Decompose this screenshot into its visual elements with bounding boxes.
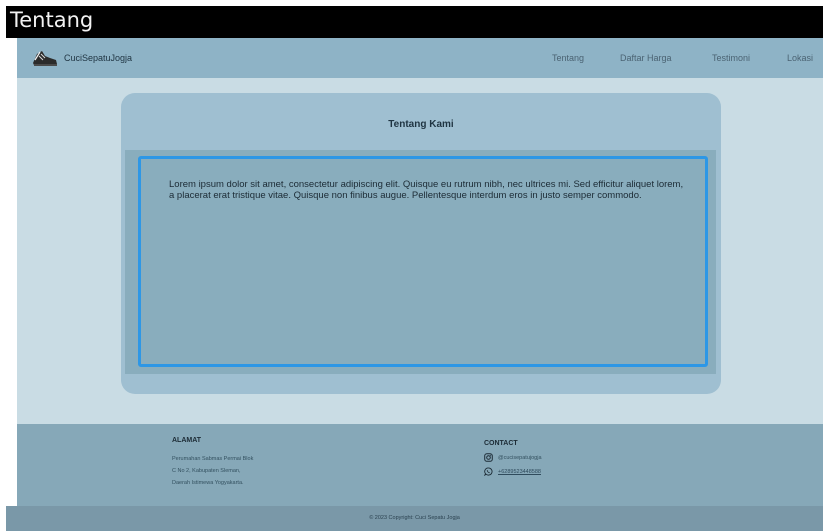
footer: ALAMAT Perumahan Sabmas Permai Blok C No… bbox=[17, 424, 823, 506]
navbar: CuciSepatuJogja Tentang Daftar Harga Tes… bbox=[17, 38, 823, 78]
nav-link-daftar-harga[interactable]: Daftar Harga bbox=[620, 53, 672, 63]
nav-link-testimoni[interactable]: Testimoni bbox=[712, 53, 750, 63]
window-titlebar: Tentang bbox=[6, 6, 823, 38]
contact-heading: CONTACT bbox=[484, 440, 518, 447]
whatsapp-contact[interactable]: +6289523448588 bbox=[484, 467, 541, 476]
about-title: Tentang Kami bbox=[388, 119, 454, 130]
copyright-text: © 2023 Copyright: Cuci Sepatu Jogja bbox=[369, 515, 460, 521]
about-text-box[interactable]: Lorem ipsum dolor sit amet, consectetur … bbox=[138, 156, 708, 367]
brand-name: CuciSepatuJogja bbox=[64, 53, 133, 63]
alamat-line-2: C No 2, Kabupaten Sleman, bbox=[172, 468, 241, 474]
alamat-line-3: Daerah Istimewa Yogyakarta. bbox=[172, 480, 244, 486]
instagram-icon bbox=[484, 453, 493, 462]
about-body-panel: Lorem ipsum dolor sit amet, consectetur … bbox=[125, 150, 716, 374]
alamat-heading: ALAMAT bbox=[172, 437, 202, 444]
copyright-bar: © 2023 Copyright: Cuci Sepatu Jogja bbox=[6, 506, 823, 531]
main-content: Tentang Kami Lorem ipsum dolor sit amet,… bbox=[17, 78, 823, 424]
nav-link-lokasi[interactable]: Lokasi bbox=[787, 53, 813, 63]
instagram-handle: @cucisepatujogja bbox=[498, 454, 542, 461]
about-text: Lorem ipsum dolor sit amet, consectetur … bbox=[169, 179, 684, 201]
sneaker-logo-icon bbox=[33, 51, 57, 66]
brand-link[interactable]: CuciSepatuJogja bbox=[31, 47, 132, 69]
window-title: Tentang bbox=[10, 8, 94, 32]
whatsapp-number-link[interactable]: +6289523448588 bbox=[498, 469, 541, 475]
about-card: Tentang Kami Lorem ipsum dolor sit amet,… bbox=[121, 93, 721, 394]
instagram-contact[interactable]: @cucisepatujogja bbox=[484, 453, 542, 462]
whatsapp-icon bbox=[484, 467, 493, 476]
nav-link-tentang[interactable]: Tentang bbox=[552, 53, 584, 63]
alamat-line-1: Perumahan Sabmas Permai Blok bbox=[172, 456, 254, 462]
